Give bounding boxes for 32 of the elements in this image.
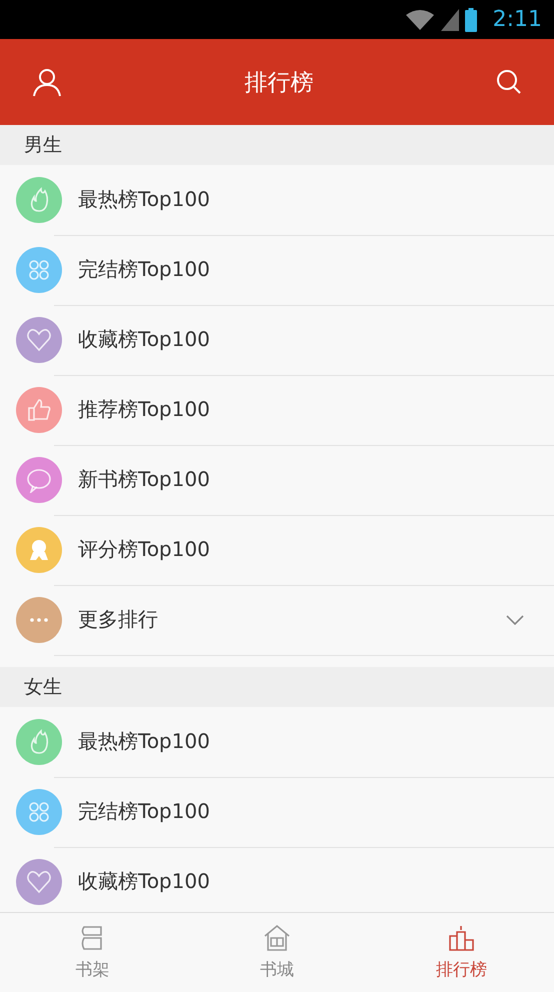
nav-tab[interactable]: 排行榜 [369, 913, 554, 992]
ranking-label: 评分榜Top100 [78, 538, 210, 561]
ranking-item[interactable]: 收藏榜Top100 [0, 305, 554, 375]
ranking-item[interactable]: 最热榜Top100 [0, 707, 554, 777]
podium-icon [446, 924, 477, 952]
ranking-label: 完结榜Top100 [78, 800, 210, 823]
wifi-icon [404, 8, 435, 30]
ranking-item[interactable]: 评分榜Top100 [0, 515, 554, 585]
ranking-label: 新书榜Top100 [78, 468, 210, 491]
page-title: 排行榜 [244, 68, 314, 98]
ranking-item[interactable]: 完结榜Top100 [0, 235, 554, 305]
status-time: 2:11 [492, 7, 542, 32]
ranking-label: 最热榜Top100 [78, 188, 210, 211]
ranking-item[interactable]: 更多排行 [0, 585, 554, 655]
ranking-label: 推荐榜Top100 [78, 398, 210, 421]
ranking-label: 收藏榜Top100 [78, 870, 210, 893]
section-title: 男生 [24, 133, 62, 158]
section-title: 女生 [24, 675, 62, 700]
ranking-label: 最热榜Top100 [78, 730, 210, 753]
ranking-label: 收藏榜Top100 [78, 328, 210, 351]
house-icon [262, 924, 292, 952]
battery-icon [464, 8, 477, 32]
ranking-label: 更多排行 [78, 608, 158, 631]
signal-icon [440, 8, 459, 30]
ranking-item[interactable]: 最热榜Top100 [0, 165, 554, 235]
chevron-down-icon[interactable] [506, 614, 524, 624]
ranking-item[interactable]: 完结榜Top100 [0, 777, 554, 847]
ranking-item[interactable]: 推荐榜Top100 [0, 375, 554, 445]
user-icon[interactable] [32, 67, 62, 97]
search-icon[interactable] [496, 69, 522, 95]
ranking-label: 完结榜Top100 [78, 258, 210, 281]
ranking-item[interactable]: 新书榜Top100 [0, 445, 554, 515]
